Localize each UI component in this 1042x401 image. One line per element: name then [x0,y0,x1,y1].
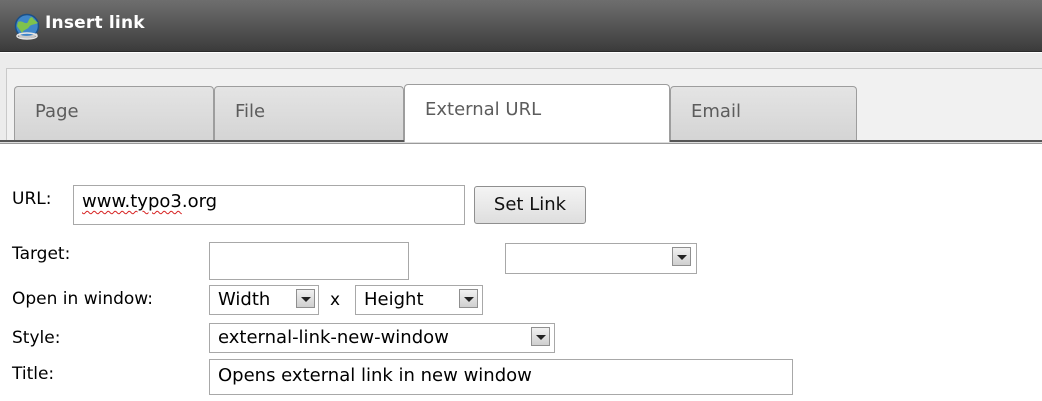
url-label: URL: [12,189,52,209]
set-link-button[interactable]: Set Link [474,186,586,224]
style-value: external-link-new-window [218,327,449,348]
url-value-rest: .org [181,191,218,212]
dialog-title: Insert link [45,13,145,33]
window-width-select[interactable]: Width [209,285,319,315]
chevron-down-icon[interactable] [459,289,478,308]
target-label: Target: [12,244,71,264]
url-input[interactable]: www.typo3.org [73,185,465,225]
tab-file[interactable]: File [214,86,404,141]
globe-icon [14,13,40,40]
url-value-misspelled: www.typo3 [82,191,182,212]
chevron-down-icon[interactable] [296,289,315,308]
title-input[interactable]: Opens external link in new window [209,359,793,395]
title-label: Title: [12,364,55,384]
target-input[interactable] [209,242,409,280]
style-label: Style: [12,328,61,348]
dialog-titlebar: Insert link [0,0,1042,52]
window-height-select[interactable]: Height [355,285,483,315]
window-height-value: Height [364,289,424,310]
style-select[interactable]: external-link-new-window [209,323,555,353]
tab-email[interactable]: Email [670,86,857,141]
times-symbol: x [330,290,341,310]
target-select[interactable] [505,243,697,274]
open-in-window-label: Open in window: [12,289,154,309]
window-width-value: Width [218,289,271,310]
chevron-down-icon[interactable] [672,247,691,266]
tab-page[interactable]: Page [14,86,214,141]
chevron-down-icon[interactable] [531,327,550,346]
tab-external-url[interactable]: External URL [404,84,670,142]
